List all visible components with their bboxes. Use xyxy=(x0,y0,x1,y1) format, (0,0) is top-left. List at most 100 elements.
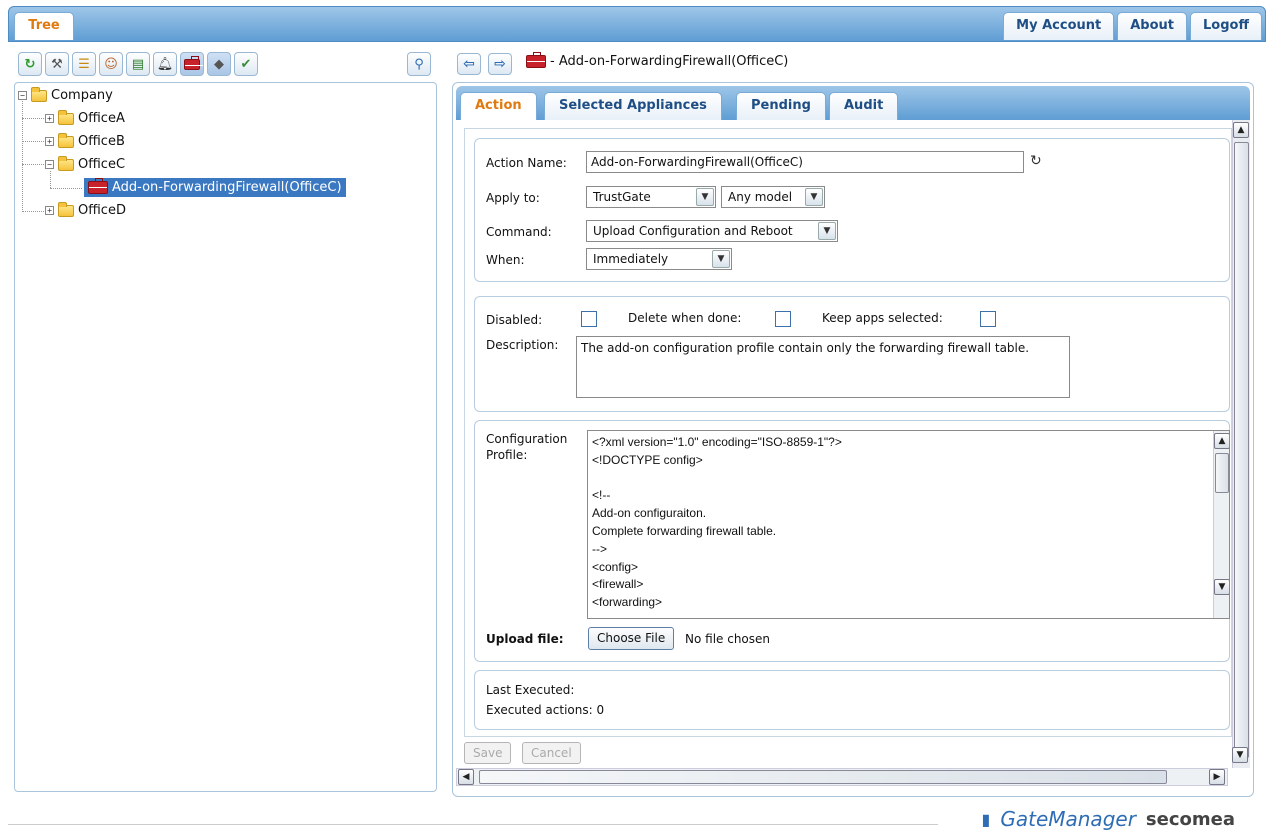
config-line: <!-- xyxy=(592,488,611,503)
tree-node-officeb[interactable]: + OfficeB xyxy=(45,132,125,149)
chevron-down-icon: ▼ xyxy=(712,250,730,268)
about-tab[interactable]: About xyxy=(1117,12,1188,40)
config-label-line2: Profile: xyxy=(486,448,528,462)
apply-to-select[interactable]: TrustGate ▼ xyxy=(586,186,716,208)
disabled-label: Disabled: xyxy=(486,313,543,327)
config-line: --> xyxy=(592,541,607,556)
folder-icon xyxy=(58,132,74,148)
tab-audit[interactable]: Audit xyxy=(829,92,899,120)
appliance-icon[interactable]: ◆ xyxy=(207,52,231,76)
logoff-tab[interactable]: Logoff xyxy=(1190,12,1262,40)
config-scrollbar[interactable]: ▲ ▼ xyxy=(1213,431,1229,618)
folder-icon xyxy=(58,155,74,171)
config-line: <?xml version="1.0" encoding="ISO-8859-1… xyxy=(592,435,842,449)
tree-node-company[interactable]: − Company xyxy=(18,86,113,103)
when-select[interactable]: Immediately ▼ xyxy=(586,248,732,270)
command-label: Command: xyxy=(486,225,552,239)
secomea-logo: secomea xyxy=(1145,808,1235,830)
tree-node-officea[interactable]: + OfficeA xyxy=(45,109,125,126)
appliance-check-icon[interactable]: ✔ xyxy=(234,52,258,76)
footer-divider xyxy=(8,824,938,825)
config-line: Complete forwarding firewall table. xyxy=(592,523,777,538)
cancel-button[interactable]: Cancel xyxy=(522,742,581,764)
folder-icon xyxy=(58,109,74,125)
config-profile-lines: <?xml version="1.0" encoding="ISO-8859-1… xyxy=(588,434,1208,612)
scroll-left-icon[interactable]: ◀ xyxy=(458,769,474,785)
command-select[interactable]: Upload Configuration and Reboot ▼ xyxy=(586,220,838,242)
chevron-down-icon: ▼ xyxy=(818,222,836,240)
briefcase-icon xyxy=(526,52,546,68)
tree-toolbar: ↻ ⚒ ☰ ☺ ▤ 🔔︎ ◆ ✔ xyxy=(18,52,258,76)
description-label: Description: xyxy=(486,338,559,352)
my-account-tab[interactable]: My Account xyxy=(1003,12,1115,40)
config-line: <config> xyxy=(592,559,639,574)
refresh-icon[interactable]: ↻ xyxy=(18,52,42,76)
config-line: Add-on configuraiton. xyxy=(592,506,707,521)
gatemanager-logo: GateManager xyxy=(1000,807,1136,831)
search-icon[interactable]: ⚲ xyxy=(407,52,431,76)
tab-action[interactable]: Action xyxy=(460,92,537,120)
hammer-icon[interactable]: ⚒ xyxy=(45,52,69,76)
scroll-right-icon[interactable]: ▶ xyxy=(1209,769,1225,785)
tree-tab[interactable]: Tree xyxy=(14,12,74,40)
chevron-down-icon: ▼ xyxy=(696,188,714,206)
tree-node-officed[interactable]: + OfficeD xyxy=(45,201,126,218)
upload-file-label: Upload file: xyxy=(486,632,564,646)
main-scrollbar[interactable]: ▲ xyxy=(1232,120,1250,768)
footer-brand: ▮ GateManager secomea xyxy=(982,807,1235,831)
execution-section xyxy=(474,670,1230,730)
bell-icon[interactable]: 🔔︎ xyxy=(153,52,177,76)
config-line: <forwarding> xyxy=(592,595,663,610)
action-name-label: Action Name: xyxy=(486,156,567,170)
expand-icon[interactable]: + xyxy=(45,206,54,215)
tree-icon[interactable]: ☰ xyxy=(72,52,96,76)
refresh-name-icon[interactable]: ↻ xyxy=(1030,153,1042,169)
apply-to-label: Apply to: xyxy=(486,191,540,205)
top-right-tabs: My Account About Logoff xyxy=(1003,12,1262,40)
tree-node-officec[interactable]: − OfficeC xyxy=(45,155,125,172)
collapse-icon[interactable]: − xyxy=(45,160,54,169)
model-select[interactable]: Any model ▼ xyxy=(721,186,825,208)
tree-node-action-selected[interactable]: Add-on-ForwardingFirewall(OfficeC) xyxy=(84,178,346,197)
certificate-icon[interactable]: ▤ xyxy=(126,52,150,76)
expand-icon[interactable]: + xyxy=(45,137,54,146)
scroll-down-icon[interactable]: ▼ xyxy=(1214,579,1229,595)
chevron-down-icon: ▼ xyxy=(805,188,823,206)
last-executed-label: Last Executed: xyxy=(486,683,575,697)
config-line: <!DOCTYPE config> xyxy=(592,452,703,467)
keep-apps-checkbox[interactable] xyxy=(980,311,996,327)
save-button[interactable]: Save xyxy=(464,742,512,764)
scroll-thumb[interactable] xyxy=(1234,142,1249,758)
disabled-checkbox[interactable] xyxy=(581,311,597,327)
tab-selected-appliances[interactable]: Selected Appliances xyxy=(544,92,722,120)
back-arrow-icon[interactable]: ⇦ xyxy=(457,53,481,75)
folder-icon xyxy=(58,201,74,217)
gatemanager-logo-icon: ▮ xyxy=(981,809,991,829)
config-profile-editor[interactable]: <?xml version="1.0" encoding="ISO-8859-1… xyxy=(587,430,1230,619)
action-name-input[interactable]: Add-on-ForwardingFirewall(OfficeC) xyxy=(586,151,1024,173)
config-line xyxy=(588,470,1208,488)
scroll-down-icon[interactable]: ▼ xyxy=(1232,747,1248,763)
horizontal-scrollbar[interactable]: ◀ ▶ xyxy=(456,768,1228,786)
tab-pending[interactable]: Pending xyxy=(736,92,826,120)
when-label: When: xyxy=(486,253,525,267)
collapse-icon[interactable]: − xyxy=(18,91,27,100)
config-label-line1: Configuration xyxy=(486,432,568,446)
briefcase-icon[interactable] xyxy=(180,52,204,76)
keep-apps-label: Keep apps selected: xyxy=(822,311,943,325)
choose-file-button[interactable]: Choose File xyxy=(588,627,675,650)
folder-icon xyxy=(31,86,47,102)
scroll-thumb[interactable] xyxy=(1215,453,1229,493)
scroll-up-icon[interactable]: ▲ xyxy=(1233,122,1249,138)
no-file-text: No file chosen xyxy=(685,632,771,646)
forward-arrow-icon[interactable]: ⇨ xyxy=(488,53,512,75)
config-line: <firewall> xyxy=(592,577,644,592)
delete-when-done-checkbox[interactable] xyxy=(775,311,791,327)
page-title: - Add-on-ForwardingFirewall(OfficeC) xyxy=(526,52,788,69)
user-icon[interactable]: ☺ xyxy=(99,52,123,76)
delete-when-done-label: Delete when done: xyxy=(628,311,742,325)
scroll-up-icon[interactable]: ▲ xyxy=(1214,433,1229,449)
h-scroll-thumb[interactable] xyxy=(479,770,1167,784)
expand-icon[interactable]: + xyxy=(45,114,54,123)
description-textarea[interactable]: The add-on configuration profile contain… xyxy=(576,336,1070,398)
